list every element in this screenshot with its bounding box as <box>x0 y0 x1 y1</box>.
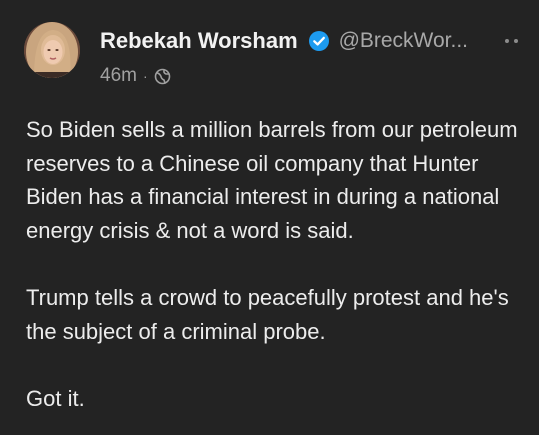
avatar-image <box>24 22 80 78</box>
social-post: Rebekah Worsham @BreckWor... 46m · So Bi… <box>0 0 539 435</box>
post-paragraph: Trump tells a crowd to peacefully protes… <box>26 284 509 344</box>
post-paragraph: Got it. <box>26 385 85 411</box>
timestamp[interactable]: 46m <box>100 65 137 87</box>
meta-separator: · <box>142 68 148 84</box>
more-dots-icon[interactable] <box>503 38 525 46</box>
globe-icon <box>154 68 171 85</box>
avatar[interactable] <box>24 22 80 78</box>
author-handle[interactable]: @BreckWor... <box>339 29 468 52</box>
post-paragraph: So Biden sells a million barrels from ou… <box>26 117 518 243</box>
post-meta: 46m · <box>100 64 171 88</box>
verified-badge-icon <box>308 30 330 52</box>
post-body: So Biden sells a million barrels from ou… <box>26 113 526 415</box>
display-name[interactable]: Rebekah Worsham <box>100 28 298 53</box>
post-header: Rebekah Worsham @BreckWor... <box>100 28 479 58</box>
